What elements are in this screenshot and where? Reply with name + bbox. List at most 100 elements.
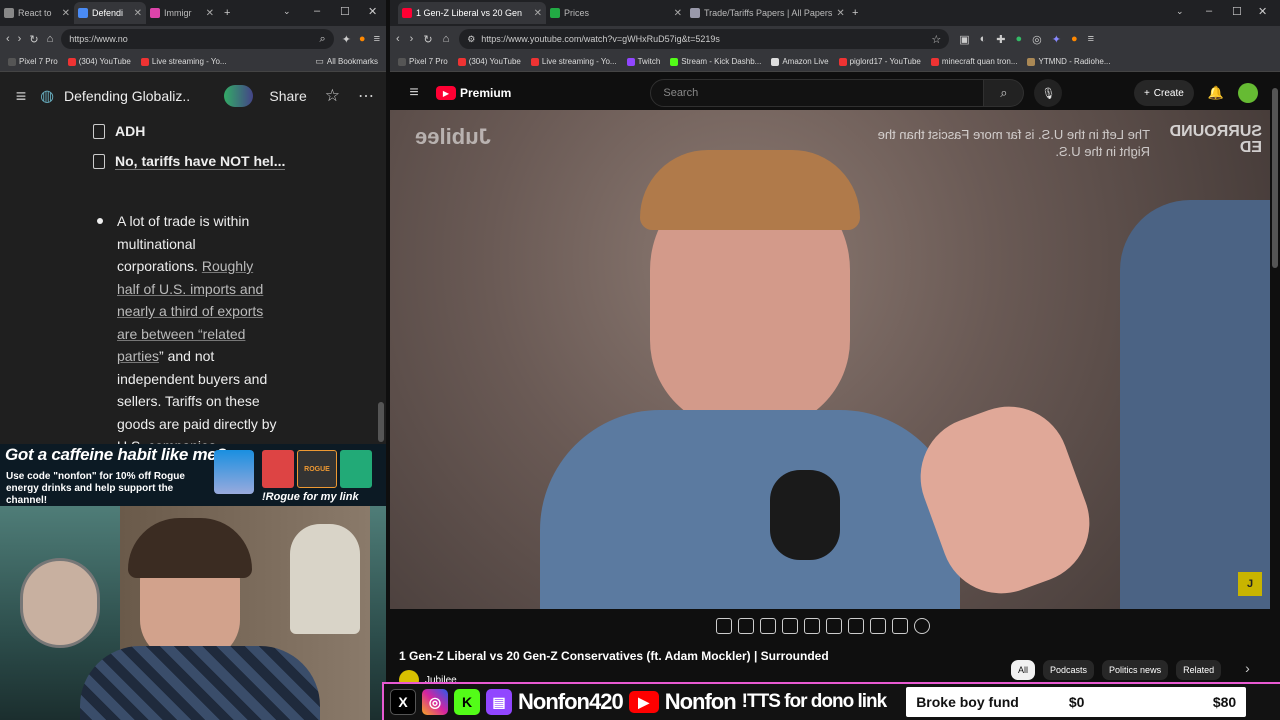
close-icon[interactable]: ✕ [134,8,142,19]
picture-icon[interactable] [804,618,820,634]
profile-icon[interactable]: ● [1071,33,1078,45]
share-button[interactable]: Share [269,88,306,104]
loop-icon[interactable] [716,618,732,634]
extension-icon[interactable]: ● [1016,33,1023,45]
caption-icon[interactable] [826,618,842,634]
youtube-header: ≡ ▶ Premium Search ⌕ 🎙 + Create 🔔 [390,75,1270,111]
tab-react[interactable]: React to ✕ [0,2,74,24]
search-input[interactable]: Search [650,79,985,107]
eye-icon[interactable] [760,618,776,634]
avatar[interactable] [1238,83,1258,103]
profile-icon[interactable]: ● [359,33,366,45]
chip-related[interactable]: Related [1176,660,1222,680]
forward-icon[interactable]: › [18,33,22,45]
hamburger-menu-icon[interactable]: ≡ [12,86,30,107]
reload-icon[interactable]: ↻ [29,33,38,46]
bookmark-item[interactable]: Amazon Live [771,57,829,66]
bookmark-label: (304) YouTube [468,57,521,66]
tab-defending[interactable]: Defendi ✕ [74,2,146,24]
bookmark-item[interactable]: Stream - Kick Dashb... [670,57,761,66]
menu-icon[interactable]: ≡ [1088,33,1094,45]
bookmark-label: Pixel 7 Pro [19,57,58,66]
minimize-icon[interactable]: – [314,5,320,17]
reload-icon[interactable]: ↻ [423,33,432,46]
costume-prop [290,524,360,634]
bookmark-item[interactable]: piglord17 - YouTube [838,57,921,66]
bookmark-item[interactable]: YTMND - Radiohe... [1027,57,1111,66]
zoom-icon[interactable]: ⌕ [320,33,326,46]
back-icon[interactable]: ‹ [6,33,10,45]
close-icon[interactable]: ✕ [534,8,542,19]
menu-icon[interactable]: ≡ [374,33,380,45]
hamburger-menu-icon[interactable]: ≡ [404,84,424,102]
chip-all[interactable]: All [1011,660,1036,680]
youtube-logo[interactable]: ▶ Premium [436,86,511,100]
speed-icon[interactable] [848,618,864,634]
film-icon[interactable] [782,618,798,634]
maximize-icon[interactable]: ☐ [1232,5,1242,18]
bookmark-item[interactable]: (304) YouTube [457,57,521,66]
close-icon[interactable]: ✕ [206,8,214,19]
forward-icon[interactable]: › [410,33,414,45]
bookmark-item[interactable]: Pixel 7 Pro [398,57,448,66]
screenshot-icon[interactable] [892,618,908,634]
scrollbar[interactable] [378,402,384,442]
chevron-right-icon[interactable]: › [1245,660,1250,680]
window-close-icon[interactable]: ✕ [368,5,377,18]
bookmark-star-icon[interactable]: ☆ [931,33,941,46]
subpage-link[interactable]: No, tariffs have NOT hel... [93,146,386,176]
extension-icon[interactable]: ◎ [1032,33,1042,46]
new-tab-icon[interactable]: + [852,7,858,19]
chip-podcasts[interactable]: Podcasts [1043,660,1095,680]
promo-headline: Got a caffeine habit like me? [5,445,227,464]
extension-icon[interactable]: ✚ [996,33,1005,46]
home-icon[interactable]: ⌂ [443,33,450,45]
bookmark-item[interactable]: Twitch [626,57,660,66]
extensions-icon[interactable]: ✦ [342,33,351,46]
subpage-link[interactable]: ADH [93,116,386,146]
bookmark-item[interactable]: minecraft quan tron... [930,57,1017,66]
close-icon[interactable]: ✕ [62,8,70,19]
tab-youtube-video[interactable]: 1 Gen-Z Liberal vs 20 Gen ✕ [398,2,546,24]
bookmark-item[interactable]: (304) YouTube [67,57,131,66]
bookmark-item[interactable]: Pixel 7 Pro [8,57,58,66]
audio-icon[interactable] [738,618,754,634]
bookmark-label: Amazon Live [782,57,829,66]
video-player[interactable]: Jubilee The Left in the U.S. is far more… [390,110,1270,609]
all-bookmarks[interactable]: ▭ All Bookmarks [315,56,378,67]
close-icon[interactable]: ✕ [674,8,682,19]
extension-icon[interactable]: ✦ [1052,33,1061,46]
tab-search-icon[interactable]: ⌄ [283,6,291,17]
extension-icon[interactable]: ▣ [959,33,969,46]
settings-icon[interactable] [914,618,930,634]
star-icon[interactable]: ☆ [325,86,340,106]
scrollbar[interactable] [1272,88,1278,268]
mic-icon[interactable]: 🎙 [1034,79,1063,107]
tv-icon[interactable] [870,618,886,634]
new-tab-icon[interactable]: + [224,7,230,19]
extension-icon[interactable]: ◐ [980,33,987,45]
tab-favicon-icon [690,8,700,18]
tab-search-icon[interactable]: ⌄ [1176,6,1184,17]
chip-politics-news[interactable]: Politics news [1102,660,1169,680]
close-icon[interactable]: ✕ [836,8,844,19]
address-bar[interactable]: ⚙ https://www.youtube.com/watch?v=gWHxRuD… [459,29,950,49]
window-close-icon[interactable]: ✕ [1258,5,1267,18]
tab-immigr[interactable]: Immigr ✕ [146,2,218,24]
tab-trade-papers[interactable]: Trade/Tariffs Papers | All Papers ✕ [686,2,846,24]
avatar[interactable] [224,85,254,107]
site-info-icon[interactable]: ⚙ [467,34,475,45]
bookmark-item[interactable]: Live streaming - Yo... [140,57,227,66]
address-bar[interactable]: https://www.no ⌕ [61,29,334,49]
bell-icon[interactable]: 🔔 [1208,85,1224,101]
channel-badge-icon[interactable]: J [1238,572,1262,596]
minimize-icon[interactable]: – [1206,5,1212,17]
search-button[interactable]: ⌕ [984,79,1025,107]
create-button[interactable]: + Create [1133,80,1194,106]
tab-prices[interactable]: Prices ✕ [546,2,686,24]
back-icon[interactable]: ‹ [396,33,400,45]
more-options-icon[interactable]: ⋯ [358,86,374,106]
home-icon[interactable]: ⌂ [47,33,54,45]
bookmark-item[interactable]: Live streaming - Yo... [530,57,617,66]
maximize-icon[interactable]: ☐ [340,5,350,18]
